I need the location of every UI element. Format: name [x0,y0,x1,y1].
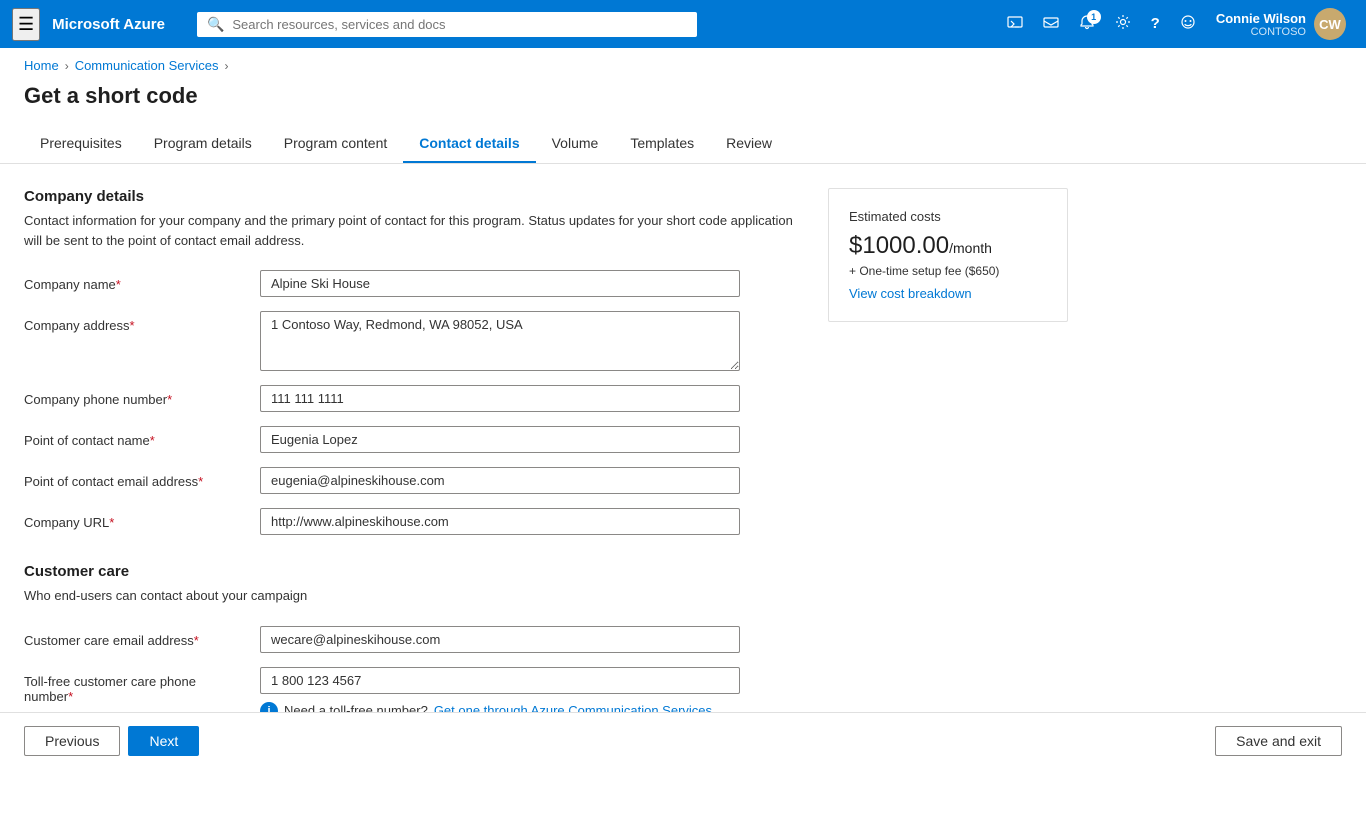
tab-templates[interactable]: Templates [614,125,710,163]
cost-setup-fee: + One-time setup fee ($650) [849,264,1047,278]
required-star: * [167,392,172,407]
required-star: * [130,318,135,333]
cost-panel: Estimated costs $1000.00/month + One-tim… [828,188,1068,322]
company-name-input[interactable] [260,270,740,297]
company-phone-input[interactable] [260,385,740,412]
directory-button[interactable] [1035,8,1067,41]
tab-contact-details[interactable]: Contact details [403,125,535,163]
poc-email-input[interactable] [260,467,740,494]
customer-care-title: Customer care [24,563,804,580]
breadcrumb-sep-1: › [65,59,69,73]
care-phone-input[interactable] [260,667,740,694]
customer-care-section: Customer care Who end-users can contact … [24,563,804,720]
page-title: Get a short code [24,83,1342,109]
hamburger-menu[interactable]: ☰ [12,8,40,41]
help-button[interactable]: ? [1143,9,1168,39]
poc-name-input[interactable] [260,426,740,453]
care-email-label: Customer care email address* [24,626,244,648]
cloud-shell-button[interactable] [999,8,1031,41]
search-icon: 🔍 [207,16,224,33]
tab-program-content[interactable]: Program content [268,125,404,163]
top-navigation: ☰ Microsoft Azure 🔍 1 ? Connie Wilson CO… [0,0,1366,48]
breadcrumb: Home › Communication Services › [0,48,1366,79]
cost-amount: $1000.00 [849,232,949,259]
tab-prerequisites[interactable]: Prerequisites [24,125,138,163]
next-button[interactable]: Next [128,726,199,756]
page-header: Get a short code [0,79,1366,125]
customer-care-desc: Who end-users can contact about your cam… [24,586,804,606]
poc-email-row: Point of contact email address* [24,467,804,494]
breadcrumb-communication-services[interactable]: Communication Services [75,58,219,73]
bottom-toolbar: Previous Next Save and exit [0,712,1366,768]
company-details-section: Company details Contact information for … [24,188,804,535]
search-input[interactable] [232,17,687,32]
settings-button[interactable] [1107,8,1139,41]
company-details-desc: Contact information for your company and… [24,211,804,250]
company-address-row: Company address* [24,311,804,371]
care-email-input[interactable] [260,626,740,653]
poc-name-label: Point of contact name* [24,426,244,448]
tab-volume[interactable]: Volume [536,125,615,163]
feedback-button[interactable] [1172,8,1204,41]
avatar: CW [1314,8,1346,40]
app-title: Microsoft Azure [52,16,165,33]
tab-bar: Prerequisites Program details Program co… [0,125,1366,164]
menu-icon: ☰ [18,14,34,34]
previous-button[interactable]: Previous [24,726,120,756]
company-address-input[interactable] [260,311,740,371]
save-exit-button[interactable]: Save and exit [1215,726,1342,756]
user-menu[interactable]: Connie Wilson CONTOSO CW [1208,4,1354,44]
breadcrumb-sep-2: › [224,59,228,73]
company-url-input[interactable] [260,508,740,535]
notifications-button[interactable]: 1 [1071,8,1103,41]
tab-review[interactable]: Review [710,125,788,163]
poc-name-row: Point of contact name* [24,426,804,453]
required-star: * [150,433,155,448]
company-details-title: Company details [24,188,804,205]
company-name-label: Company name* [24,270,244,292]
company-name-row: Company name* [24,270,804,297]
required-star: * [68,689,73,704]
company-url-label: Company URL* [24,508,244,530]
help-icon: ? [1151,15,1160,32]
form-area: Company details Contact information for … [24,188,804,734]
topnav-icons: 1 ? Connie Wilson CONTOSO CW [999,4,1354,44]
cost-breakdown-link[interactable]: View cost breakdown [849,286,1047,301]
search-box: 🔍 [197,12,697,37]
notification-badge: 1 [1087,10,1101,24]
company-phone-row: Company phone number* [24,385,804,412]
required-star: * [194,633,199,648]
required-star: * [116,277,121,292]
required-star: * [198,474,203,489]
cost-amount-row: $1000.00/month [849,232,1047,260]
cost-title: Estimated costs [849,209,1047,224]
tab-program-details[interactable]: Program details [138,125,268,163]
company-phone-label: Company phone number* [24,385,244,407]
breadcrumb-home[interactable]: Home [24,58,59,73]
company-address-label: Company address* [24,311,244,333]
cost-period: /month [949,240,992,256]
required-star: * [109,515,114,530]
poc-email-label: Point of contact email address* [24,467,244,489]
user-org: CONTOSO [1216,26,1306,38]
care-phone-label: Toll-free customer care phone number* [24,667,244,704]
user-name: Connie Wilson [1216,11,1306,26]
company-url-row: Company URL* [24,508,804,535]
care-email-row: Customer care email address* [24,626,804,653]
user-info: Connie Wilson CONTOSO [1216,11,1306,38]
